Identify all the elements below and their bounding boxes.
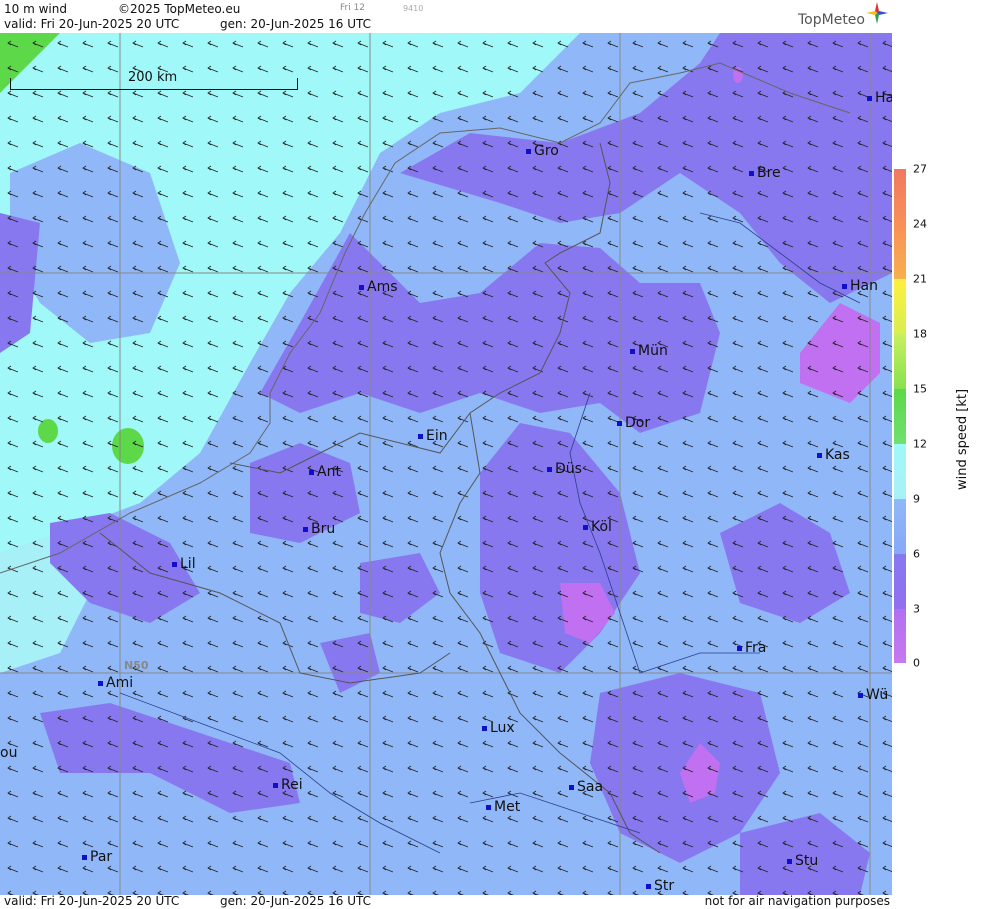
run-code: 9410 bbox=[403, 4, 424, 13]
legend-tick: 3 bbox=[913, 602, 920, 616]
city-marker[interactable]: Lil bbox=[172, 556, 196, 572]
city-marker[interactable]: Ant bbox=[309, 464, 341, 480]
city-marker[interactable]: Gro bbox=[526, 143, 559, 159]
legend-band bbox=[894, 279, 906, 334]
city-marker[interactable]: Köl bbox=[583, 519, 612, 535]
legend-band bbox=[894, 499, 906, 554]
city-marker[interactable]: Fra bbox=[737, 640, 766, 656]
legend-band bbox=[894, 389, 906, 444]
legend-axis-label: wind speed [kt] bbox=[955, 388, 970, 490]
city-marker[interactable]: Dor bbox=[617, 415, 650, 431]
city-marker[interactable]: Par bbox=[82, 849, 112, 865]
logo-text: TopMeteo bbox=[798, 12, 865, 28]
scale-bar: 200 km bbox=[10, 70, 298, 102]
legend-tick: 24 bbox=[913, 217, 927, 231]
city-marker[interactable]: Ami bbox=[98, 675, 133, 691]
legend-tick: 0 bbox=[913, 656, 920, 670]
city-marker[interactable]: Ams bbox=[359, 279, 398, 295]
compass-icon bbox=[866, 2, 888, 24]
footer-disclaimer: not for air navigation purposes bbox=[704, 894, 890, 908]
map-title: 10 m wind bbox=[4, 2, 67, 16]
legend-tick: 9 bbox=[913, 492, 920, 506]
city-marker[interactable]: Lux bbox=[482, 720, 515, 736]
wind-field bbox=[0, 33, 892, 895]
map-header: 10 m wind ©2025 TopMeteo.eu Fri 12 9410 … bbox=[0, 0, 892, 33]
city-marker[interactable]: Ein bbox=[418, 428, 448, 444]
legend-band bbox=[894, 334, 906, 389]
run-label: Fri 12 bbox=[340, 3, 366, 13]
legend-band bbox=[894, 444, 906, 499]
map-footer: valid: Fri 20-Jun-2025 20 UTC gen: 20-Ju… bbox=[0, 894, 892, 909]
topmeteo-logo: TopMeteo bbox=[798, 2, 888, 28]
city-marker[interactable]: Kas bbox=[817, 447, 850, 463]
footer-valid-time: valid: Fri 20-Jun-2025 20 UTC bbox=[4, 894, 180, 908]
city-marker[interactable]: Met bbox=[486, 799, 520, 815]
city-marker[interactable]: ou bbox=[0, 745, 17, 761]
legend-tick: 6 bbox=[913, 547, 920, 561]
legend-tick: 15 bbox=[913, 382, 927, 396]
city-marker[interactable]: Mün bbox=[630, 343, 668, 359]
legend-tick: 27 bbox=[913, 162, 927, 176]
city-marker[interactable]: Düs bbox=[547, 461, 582, 477]
footer-generated-time: gen: 20-Jun-2025 16 UTC bbox=[220, 894, 372, 908]
city-marker[interactable]: Stu bbox=[787, 853, 818, 869]
city-marker[interactable]: Saa bbox=[569, 779, 603, 795]
generated-time: gen: 20-Jun-2025 16 UTC bbox=[220, 17, 372, 31]
city-marker[interactable]: Bre bbox=[749, 165, 781, 181]
legend-band bbox=[894, 224, 906, 279]
grid-label: N50 bbox=[124, 659, 149, 672]
copyright-text: ©2025 TopMeteo.eu bbox=[118, 2, 241, 16]
legend-tick: 12 bbox=[913, 437, 927, 451]
city-marker[interactable]: Bru bbox=[303, 521, 335, 537]
city-marker[interactable]: Rei bbox=[273, 777, 303, 793]
city-marker[interactable]: Ha bbox=[867, 90, 892, 106]
wind-map[interactable]: 200 km N50 Ha Gro Bre Ams Han Mün Ein Do… bbox=[0, 33, 892, 895]
city-marker[interactable]: Wü bbox=[858, 687, 888, 703]
legend-band bbox=[894, 609, 906, 663]
city-marker[interactable]: Han bbox=[842, 278, 878, 294]
legend-tick: 18 bbox=[913, 327, 927, 341]
valid-time: valid: Fri 20-Jun-2025 20 UTC bbox=[4, 17, 180, 31]
wind-speed-legend: 27 24 21 18 15 12 9 6 3 0 wind speed [kt… bbox=[893, 0, 983, 909]
legend-band bbox=[894, 554, 906, 609]
scale-label: 200 km bbox=[128, 70, 178, 85]
city-marker[interactable]: Str bbox=[646, 878, 674, 894]
legend-tick: 21 bbox=[913, 272, 927, 286]
legend-band bbox=[894, 169, 906, 224]
